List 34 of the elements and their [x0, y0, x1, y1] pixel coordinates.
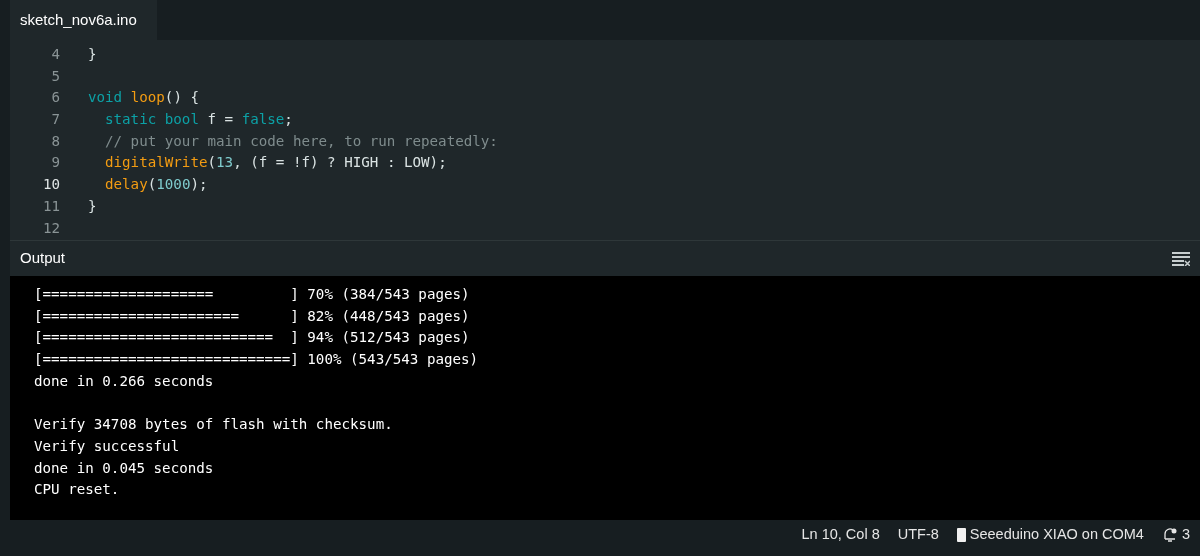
line-number: 8 — [50, 131, 60, 151]
output-line: [=========================== ] 94% (512/543 pages) — [34, 329, 470, 346]
output-line: CPU reset. — [34, 481, 120, 498]
clear-output-icon[interactable] — [1172, 251, 1190, 266]
code-line: } — [88, 196, 97, 216]
output-line: done in 0.045 seconds — [34, 459, 214, 476]
code-line: delay(1000); — [105, 175, 208, 195]
output-line: [==================== ] 70% (384/543 pages) — [34, 286, 470, 302]
code-line: digitalWrite(13, (f = !f) ? HIGH : LOW); — [105, 153, 447, 173]
line-number: 10 — [41, 175, 60, 195]
notifications-button[interactable]: 3 — [1161, 524, 1190, 546]
panel-title: Output — [20, 248, 66, 269]
line-number: 4 — [50, 45, 60, 64]
output-line: done in 0.266 seconds — [34, 372, 214, 389]
line-number: 11 — [41, 196, 60, 216]
file-tab[interactable]: sketch_nov6a.ino — [10, 0, 157, 40]
code-line: // put your main code here, to run repeatedly: — [105, 131, 498, 151]
output-line: [=============================] 100% (543/543 pages) — [34, 351, 479, 368]
code-line: static bool f = false; — [105, 110, 293, 130]
line-number: 5 — [50, 66, 60, 86]
encoding-label[interactable]: UTF-8 — [897, 524, 939, 546]
output-line: Verify 34708 bytes of flash with checksum. — [34, 416, 393, 433]
line-number: 6 — [50, 88, 60, 108]
code-line: } — [88, 45, 97, 64]
board-icon — [956, 528, 966, 542]
board-selector[interactable]: Seeeduino XIAO on COM4 — [956, 524, 1144, 546]
cursor-position[interactable]: Ln 10, Col 8 — [801, 524, 880, 546]
output-line: [======================= ] 82% (448/543 pages) — [34, 307, 470, 324]
output-line: Verify successful — [34, 437, 180, 454]
code-line: void loop() { — [88, 88, 200, 108]
line-number: 12 — [41, 218, 60, 238]
line-number: 7 — [50, 110, 60, 130]
line-number: 9 — [50, 153, 60, 173]
bell-icon — [1161, 527, 1178, 543]
